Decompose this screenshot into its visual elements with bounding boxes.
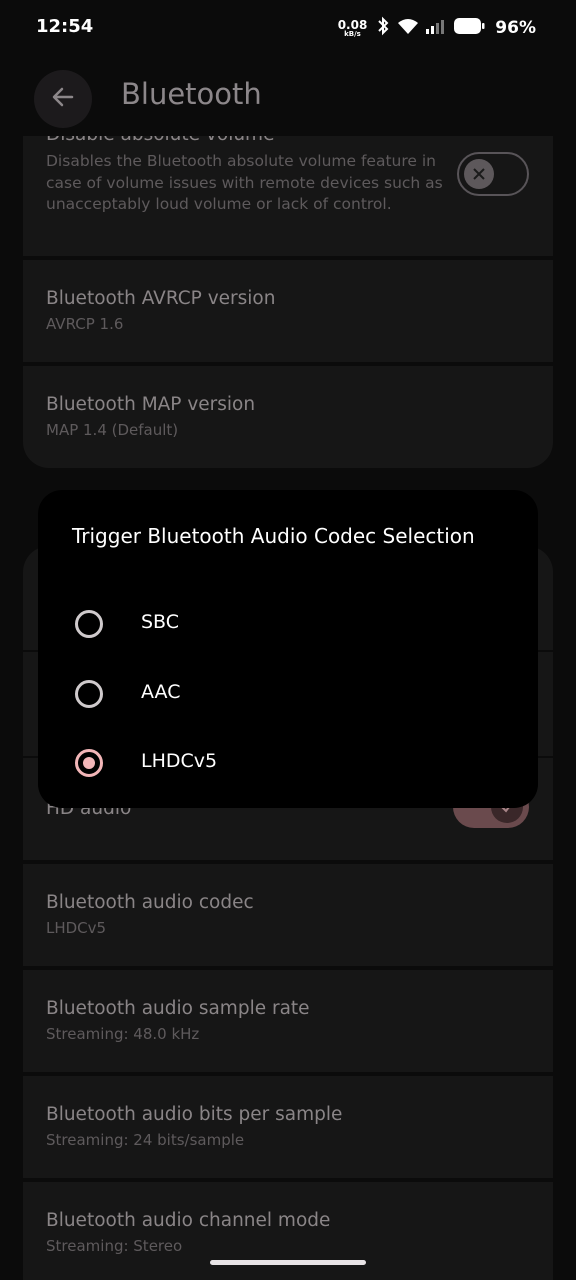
- setting-title: Bluetooth audio bits per sample: [46, 1104, 343, 1125]
- setting-map-version[interactable]: Bluetooth MAP version MAP 1.4 (Default): [23, 366, 553, 468]
- setting-title: Bluetooth audio codec: [46, 892, 254, 913]
- setting-title: Bluetooth audio sample rate: [46, 998, 310, 1019]
- toggle-switch-off[interactable]: [457, 152, 529, 196]
- setting-subtitle: Streaming: 48.0 kHz: [46, 1025, 200, 1043]
- net-speed-unit: kB/s: [344, 29, 361, 38]
- status-time: 12:54: [36, 16, 94, 37]
- battery-icon: [453, 17, 485, 39]
- dialog-title: Trigger Bluetooth Audio Codec Selection: [72, 524, 475, 548]
- option-label: LHDCv5: [141, 750, 218, 772]
- page-title: Bluetooth: [121, 77, 262, 111]
- radio-button-selected[interactable]: [75, 749, 103, 777]
- setting-subtitle: Streaming: Stereo: [46, 1237, 183, 1255]
- setting-audio-bits-per-sample[interactable]: Bluetooth audio bits per sample Streamin…: [23, 1076, 553, 1178]
- back-button[interactable]: [34, 70, 92, 128]
- setting-audio-codec[interactable]: Bluetooth audio codec LHDCv5: [23, 864, 553, 966]
- setting-subtitle: Disables the Bluetooth absolute volume f…: [46, 152, 443, 213]
- bluetooth-icon: [375, 16, 391, 40]
- radio-button[interactable]: [75, 610, 103, 638]
- setting-subtitle: MAP 1.4 (Default): [46, 421, 179, 439]
- setting-title: Bluetooth MAP version: [46, 394, 256, 415]
- status-bar: 12:54 0.08 kB/s 96%: [0, 0, 576, 56]
- setting-avrcp-version[interactable]: Bluetooth AVRCP version AVRCP 1.6: [23, 260, 553, 362]
- setting-audio-channel-mode[interactable]: Bluetooth audio channel mode Streaming: …: [23, 1182, 553, 1280]
- setting-disable-absolute-volume[interactable]: Disable absolute volume Disables the Blu…: [23, 136, 553, 256]
- setting-audio-sample-rate[interactable]: Bluetooth audio sample rate Streaming: 4…: [23, 970, 553, 1072]
- app-header: Bluetooth: [0, 56, 576, 136]
- arrow-left-icon: [50, 84, 76, 114]
- setting-title: Bluetooth audio channel mode: [46, 1210, 331, 1231]
- codec-selection-dialog: Trigger Bluetooth Audio Codec Selection …: [38, 490, 538, 808]
- battery-percent: 96%: [495, 18, 536, 38]
- setting-subtitle: LHDCv5: [46, 919, 107, 937]
- status-icons: 0.08 kB/s 96%: [338, 14, 536, 42]
- net-speed: 0.08 kB/s: [338, 19, 368, 38]
- option-aac[interactable]: AAC: [38, 664, 538, 724]
- setting-title: Bluetooth AVRCP version: [46, 288, 276, 309]
- home-indicator[interactable]: [210, 1260, 366, 1265]
- net-speed-value: 0.08: [337, 17, 368, 32]
- option-lhdcv5[interactable]: LHDCv5: [38, 733, 538, 793]
- setting-title: Disable absolute volume: [46, 136, 446, 145]
- wifi-icon: [397, 17, 419, 39]
- option-sbc[interactable]: SBC: [38, 594, 538, 654]
- signal-icon: [425, 17, 447, 39]
- option-label: AAC: [141, 681, 181, 703]
- radio-button[interactable]: [75, 680, 103, 708]
- setting-subtitle: AVRCP 1.6: [46, 315, 124, 333]
- toggle-thumb: [464, 159, 494, 189]
- setting-subtitle: Streaming: 24 bits/sample: [46, 1131, 245, 1149]
- option-label: SBC: [141, 611, 180, 633]
